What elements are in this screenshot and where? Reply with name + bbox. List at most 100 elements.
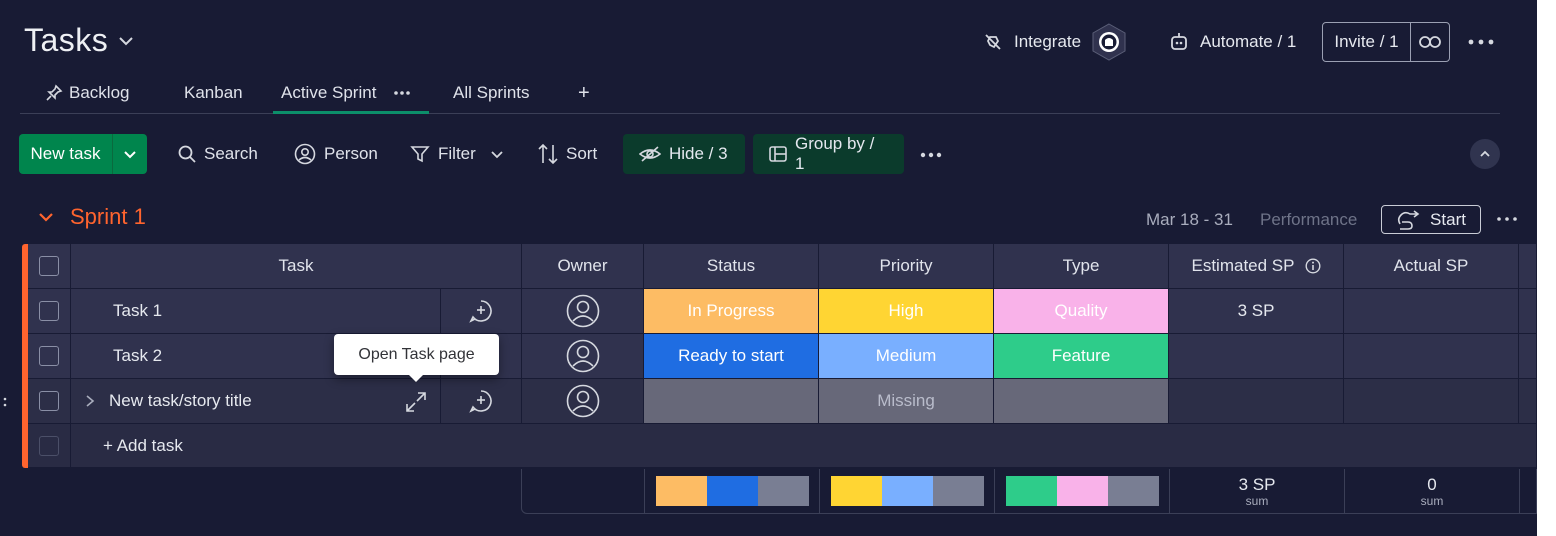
sprint-title[interactable]: Sprint 1: [70, 204, 146, 230]
board-title[interactable]: Tasks: [24, 22, 134, 59]
row-checkbox[interactable]: [39, 346, 59, 366]
person-filter-button[interactable]: Person: [294, 134, 378, 174]
filter-label: Filter: [438, 144, 476, 163]
tab-backlog[interactable]: Backlog: [45, 80, 129, 106]
tab-all-sprints[interactable]: All Sprints: [453, 80, 530, 106]
task-name-cell[interactable]: New task/story title: [71, 379, 441, 424]
more-options-icon[interactable]: [1468, 36, 1494, 48]
chevron-right-icon[interactable]: [85, 394, 95, 408]
status-summary-bar[interactable]: [656, 476, 809, 506]
chevron-down-icon[interactable]: [38, 212, 54, 222]
automate-button[interactable]: Automate / 1: [1168, 22, 1296, 62]
tab-kanban[interactable]: Kanban: [184, 80, 243, 106]
chevron-down-icon[interactable]: [113, 134, 147, 174]
invite-button-group[interactable]: Invite / 1: [1322, 22, 1450, 62]
priority-summary-bar[interactable]: [831, 476, 984, 506]
estimated-sp-cell[interactable]: [1169, 379, 1344, 424]
scrollbar-track[interactable]: [1537, 0, 1556, 536]
type-summary-segment: [1108, 476, 1159, 506]
column-header-status[interactable]: Status: [644, 244, 819, 289]
add-task-row[interactable]: + Add task: [71, 424, 1537, 468]
sort-button[interactable]: Sort: [538, 134, 597, 174]
view-tabs: Backlog Kanban Active Sprint All Sprints…: [20, 72, 1500, 114]
drag-handle-icon[interactable]: [2, 396, 8, 408]
invite-button[interactable]: Invite / 1: [1323, 23, 1411, 61]
actual-sp-sum: 0 sum: [1345, 476, 1519, 509]
estimated-sp-sum: 3 SP sum: [1170, 476, 1344, 509]
owner-cell[interactable]: [522, 379, 644, 424]
new-task-button[interactable]: New task: [19, 134, 113, 174]
tab-more-icon[interactable]: [394, 90, 411, 96]
group-by-label: Group by / 1: [795, 134, 875, 173]
integrate-button[interactable]: Integrate: [982, 22, 1127, 62]
column-header-add[interactable]: [1519, 244, 1537, 289]
task-name[interactable]: New task/story title: [109, 391, 252, 411]
add-view-button[interactable]: +: [578, 80, 590, 106]
column-header-actual-sp[interactable]: Actual SP: [1344, 244, 1519, 289]
tab-kanban-label: Kanban: [184, 83, 243, 102]
new-task-button-group[interactable]: New task: [19, 134, 147, 174]
tasks-table: Task Owner Status Priority Type Estimate…: [22, 244, 1537, 469]
hide-columns-button[interactable]: Hide / 3: [623, 134, 745, 174]
owner-cell[interactable]: [522, 334, 644, 379]
type-cell[interactable]: Feature: [994, 334, 1169, 379]
avatar-placeholder-icon[interactable]: [566, 384, 600, 418]
row-end-cell: [1519, 334, 1537, 379]
column-header-type[interactable]: Type: [994, 244, 1169, 289]
select-all-checkbox[interactable]: [39, 256, 59, 276]
info-icon[interactable]: [1304, 258, 1321, 274]
divider: [994, 469, 995, 514]
column-header-task[interactable]: Task: [71, 244, 522, 289]
type-cell[interactable]: [994, 379, 1169, 424]
copy-link-icon[interactable]: [1411, 23, 1449, 61]
sprint-group-header[interactable]: Sprint 1: [38, 204, 146, 230]
avatar-placeholder-icon[interactable]: [566, 294, 600, 328]
estimated-sp-cell[interactable]: 3 SP: [1169, 289, 1344, 334]
priority-cell[interactable]: Missing: [819, 379, 994, 424]
type-summary-bar[interactable]: [1006, 476, 1159, 506]
actual-sp-cell[interactable]: [1344, 379, 1519, 424]
task-name[interactable]: Task 1: [113, 301, 162, 321]
updates-cell[interactable]: [441, 379, 522, 424]
task-name[interactable]: Task 2: [113, 346, 162, 366]
estimated-sp-cell[interactable]: [1169, 334, 1344, 379]
row-checkbox[interactable]: [39, 391, 59, 411]
collapse-toolbar-button[interactable]: [1470, 139, 1500, 169]
priority-cell[interactable]: High: [819, 289, 994, 334]
start-icon: [1396, 209, 1422, 230]
chevron-down-icon[interactable]: [490, 150, 504, 159]
column-header-owner[interactable]: Owner: [522, 244, 644, 289]
group-by-button[interactable]: Group by / 1: [753, 134, 904, 174]
column-header-estimated-sp[interactable]: Estimated SP: [1169, 244, 1344, 289]
status-cell[interactable]: In Progress: [644, 289, 819, 334]
toolbar-more-icon[interactable]: [920, 151, 942, 159]
priority-cell[interactable]: Medium: [819, 334, 994, 379]
chevron-down-icon[interactable]: [118, 36, 134, 46]
status-cell[interactable]: [644, 379, 819, 424]
avatar-placeholder-icon[interactable]: [566, 339, 600, 373]
filter-button[interactable]: Filter: [410, 134, 504, 174]
status-cell[interactable]: Ready to start: [644, 334, 819, 379]
robot-icon: [1168, 32, 1190, 52]
updates-cell[interactable]: [441, 289, 522, 334]
tab-active-sprint[interactable]: Active Sprint: [281, 80, 411, 106]
row-checkbox[interactable]: [39, 301, 59, 321]
owner-cell[interactable]: [522, 289, 644, 334]
start-sprint-button[interactable]: Start: [1381, 205, 1481, 234]
sprint-more-icon[interactable]: [1497, 216, 1517, 222]
add-view-label: +: [578, 81, 590, 104]
type-cell[interactable]: Quality: [994, 289, 1169, 334]
performance-link[interactable]: Performance: [1260, 210, 1357, 230]
add-update-icon[interactable]: [469, 299, 493, 323]
actual-sp-cell[interactable]: [1344, 334, 1519, 379]
row-end-cell: [1519, 289, 1537, 334]
add-task-input[interactable]: + Add task: [103, 436, 183, 456]
automate-label: Automate / 1: [1200, 32, 1297, 51]
add-update-icon[interactable]: [469, 389, 493, 413]
actual-sp-cell[interactable]: [1344, 289, 1519, 334]
row-select-cell: [28, 379, 71, 424]
expand-icon[interactable]: [405, 391, 427, 413]
task-name-cell[interactable]: Task 1: [71, 289, 441, 334]
search-button[interactable]: Search: [178, 134, 258, 174]
column-header-priority[interactable]: Priority: [819, 244, 994, 289]
